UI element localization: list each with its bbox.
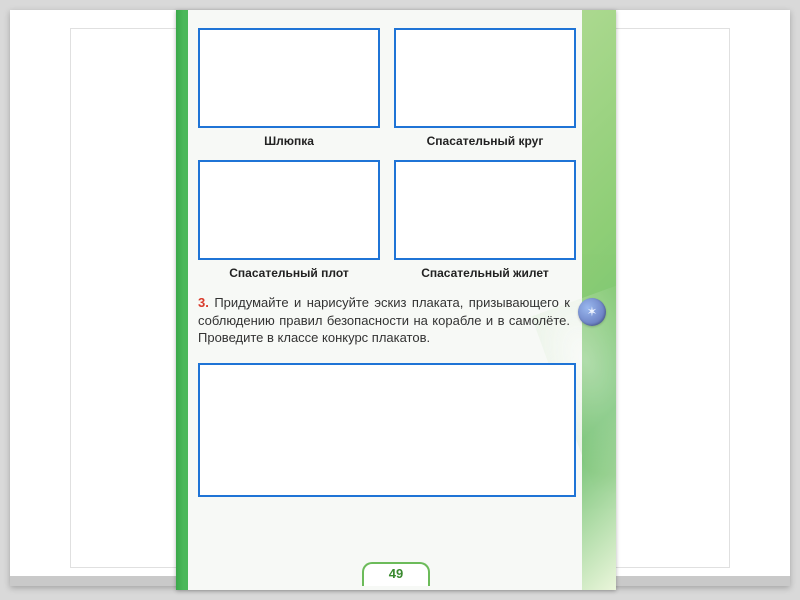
drawing-box-lifejacket bbox=[394, 160, 576, 260]
slide-frame: Шлюпка Спасательный круг Спасательный пл… bbox=[10, 10, 790, 586]
task-body: Придумайте и нарисуйте эскиз плаката, пр… bbox=[198, 295, 570, 345]
task-number: 3. bbox=[198, 295, 209, 310]
drawing-box-lifebuoy bbox=[394, 28, 576, 128]
caption-lifejacket: Спасательный жилет bbox=[394, 266, 576, 280]
pair-work-badge-icon: ✶ bbox=[578, 298, 606, 326]
caption-row-2: Спасательный плот Спасательный жилет bbox=[198, 266, 576, 280]
caption-lifeboat: Шлюпка bbox=[198, 134, 380, 148]
page-left-margin bbox=[176, 10, 188, 590]
page-number-tab: 49 bbox=[362, 562, 430, 586]
task-3-text: 3. Придумайте и нарисуйте эскиз плаката,… bbox=[198, 294, 576, 347]
drawing-row-2 bbox=[198, 160, 576, 260]
caption-row-1: Шлюпка Спасательный круг bbox=[198, 134, 576, 148]
drawing-row-1 bbox=[198, 28, 576, 128]
workbook-page: Шлюпка Спасательный круг Спасательный пл… bbox=[176, 10, 616, 590]
badge-glyph: ✶ bbox=[587, 304, 598, 320]
page-number: 49 bbox=[389, 566, 403, 581]
task-3-block: 3. Придумайте и нарисуйте эскиз плаката,… bbox=[198, 294, 576, 347]
drawing-box-liferaft bbox=[198, 160, 380, 260]
page-content: Шлюпка Спасательный круг Спасательный пл… bbox=[198, 10, 576, 590]
drawing-box-lifeboat bbox=[198, 28, 380, 128]
caption-lifebuoy: Спасательный круг bbox=[394, 134, 576, 148]
poster-drawing-box bbox=[198, 363, 576, 497]
caption-liferaft: Спасательный плот bbox=[198, 266, 380, 280]
